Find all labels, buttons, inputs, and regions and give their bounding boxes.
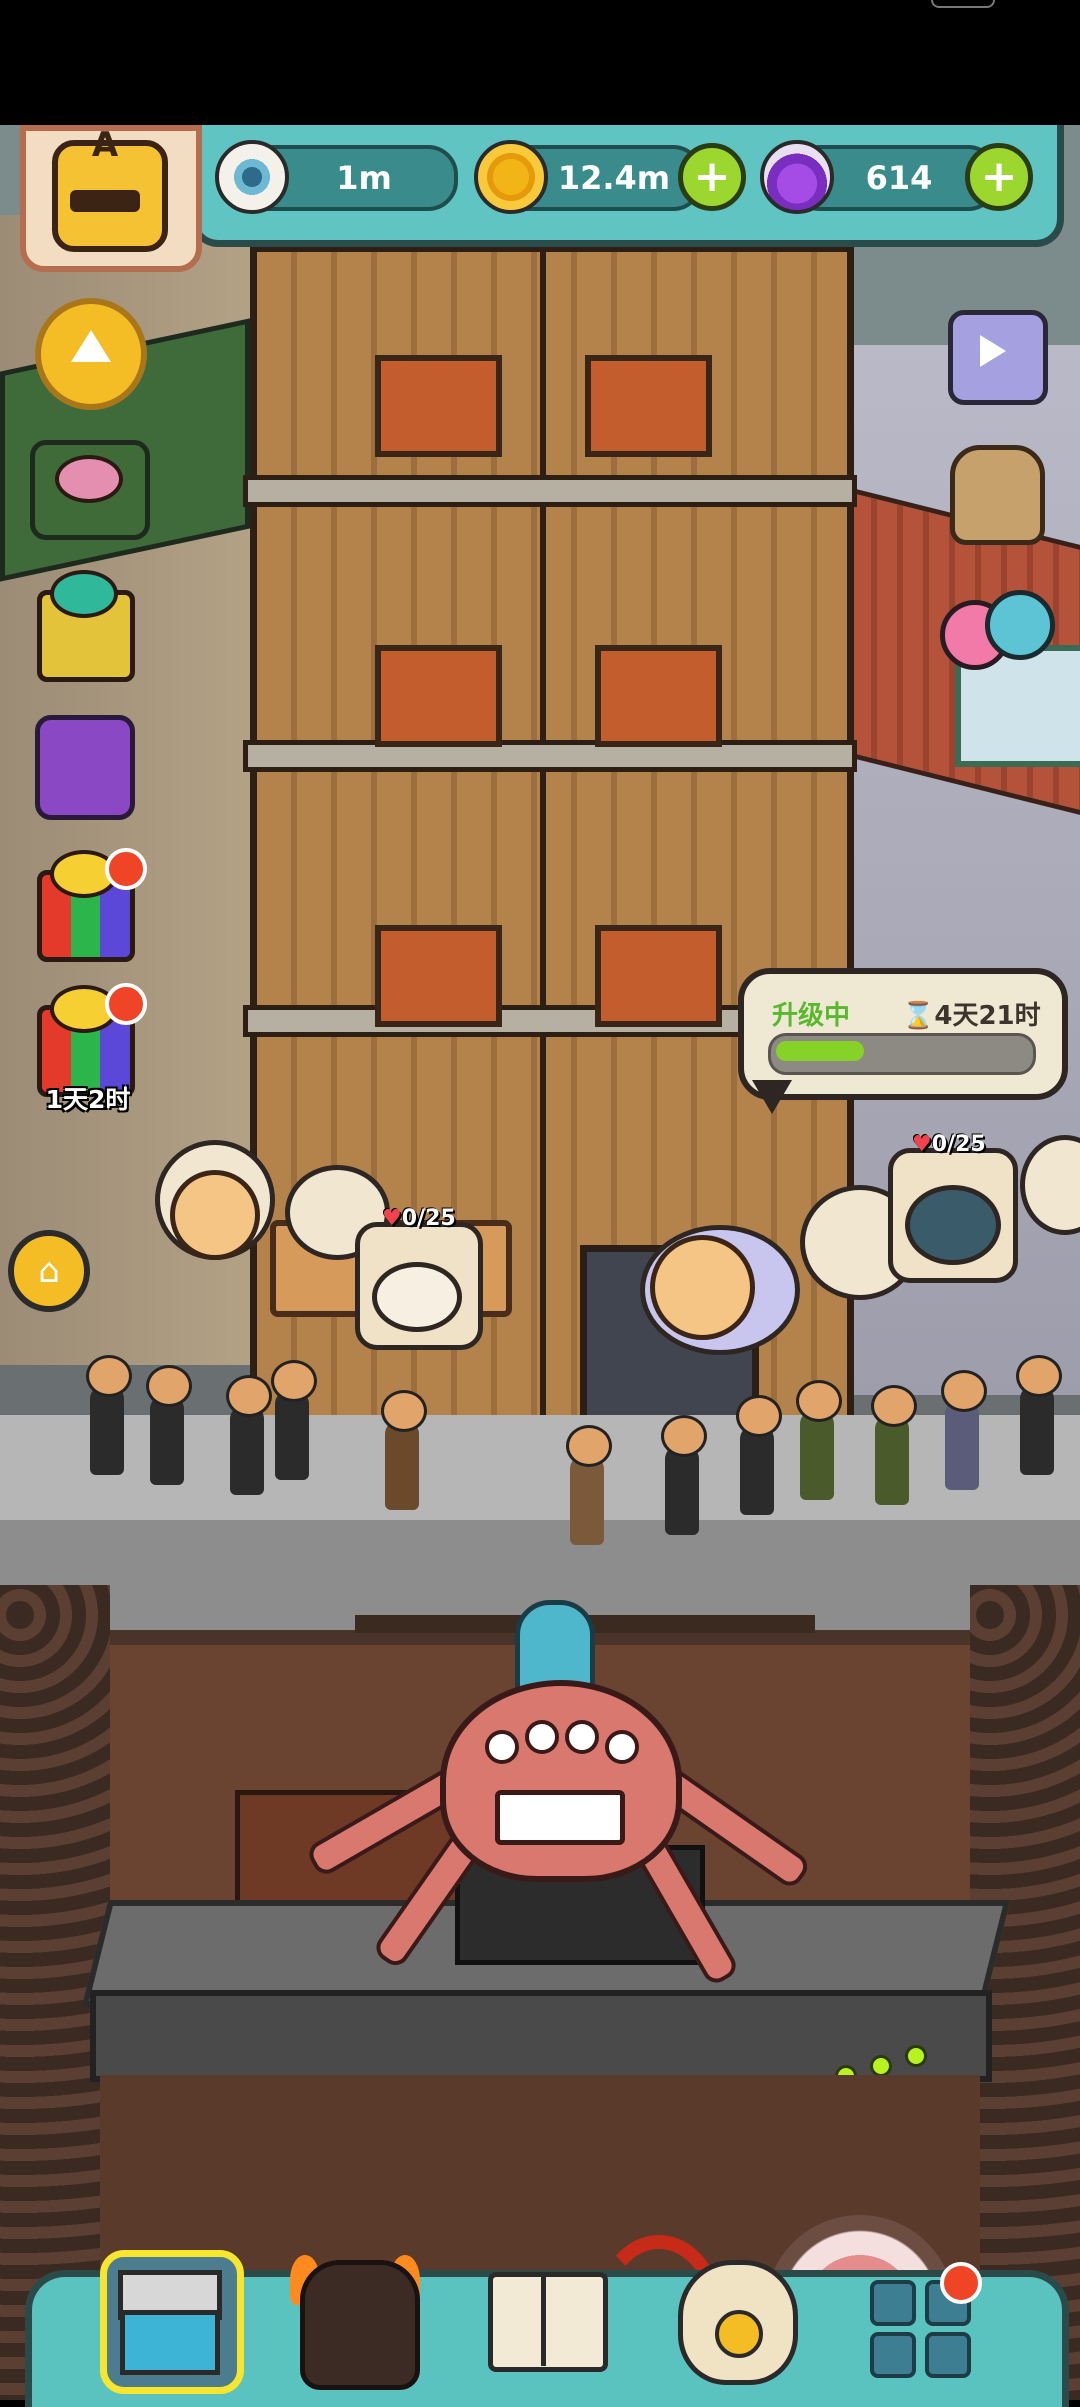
upgrade-bubble-tail: [752, 1080, 792, 1114]
customer[interactable]: [566, 1425, 612, 1545]
customer[interactable]: [736, 1395, 782, 1515]
octopus-mouth: [495, 1790, 625, 1845]
monster-tab[interactable]: [300, 2260, 420, 2390]
tower-window: [595, 925, 722, 1027]
play-icon: [980, 335, 1006, 367]
heart-icon: ♥: [382, 1206, 402, 1231]
customer[interactable]: [796, 1380, 842, 1500]
coin-icon: [715, 2310, 763, 2358]
customer[interactable]: [661, 1415, 707, 1535]
customer[interactable]: [871, 1385, 917, 1505]
potion-icon: [760, 140, 834, 214]
floor-divider: [243, 740, 857, 772]
eyeball-icon: [215, 140, 289, 214]
order-count-right: ♥0/25: [912, 1132, 986, 1157]
octopus-eye: [485, 1730, 519, 1764]
monster-friend-icon[interactable]: [985, 590, 1055, 660]
octopus-chef[interactable]: [440, 1680, 682, 1882]
gift-bow-icon: [50, 570, 118, 618]
tower-window: [595, 645, 722, 747]
customer[interactable]: [226, 1375, 272, 1495]
tower-corner: [540, 245, 546, 1505]
indicator-light: [870, 2055, 892, 2077]
shop-icon: [120, 2310, 220, 2375]
notification-dot: [105, 983, 147, 1025]
heart-icon: ♥: [912, 1132, 932, 1157]
indicator-light: [905, 2045, 927, 2067]
dish-icon: [905, 1185, 1001, 1265]
customer[interactable]: [1016, 1355, 1062, 1475]
notification-dot: [105, 848, 147, 890]
brain-gift-icon: [55, 455, 123, 503]
tower-window: [375, 355, 502, 457]
customer[interactable]: [86, 1355, 132, 1475]
customer[interactable]: [381, 1390, 427, 1510]
collapse-arrow-button[interactable]: [35, 298, 147, 410]
dish-icon: [372, 1262, 462, 1332]
gift-timer: 1天2时: [45, 1085, 131, 1114]
notification-dot: [940, 2262, 982, 2304]
tower-window: [375, 925, 502, 1027]
home-button[interactable]: ⌂: [8, 1230, 90, 1312]
add-potions-button[interactable]: +: [965, 143, 1033, 211]
rank-letter: A: [91, 125, 119, 165]
backpack-button[interactable]: [950, 445, 1045, 545]
add-coins-button[interactable]: +: [678, 143, 746, 211]
floor-divider: [243, 475, 857, 507]
book-tab[interactable]: [488, 2272, 608, 2372]
status-bar: [0, 0, 1080, 125]
card-pack-button[interactable]: [35, 715, 135, 820]
upgrade-timer: ⌛4天21时: [902, 1001, 1041, 1031]
battery-indicator: [931, 0, 995, 8]
tower-window: [585, 355, 712, 457]
upgrade-label: 升级中: [772, 1001, 851, 1031]
customer[interactable]: [271, 1360, 317, 1480]
book-icon: [541, 2272, 546, 2366]
customer[interactable]: [941, 1370, 987, 1490]
tower-window: [375, 645, 502, 747]
octopus-eye: [565, 1720, 599, 1754]
octopus-eye: [605, 1730, 639, 1764]
home-icon: ⌂: [38, 1251, 60, 1291]
upgrade-progress-fill: [776, 1041, 864, 1061]
order-count-left: ♥0/25: [382, 1206, 456, 1231]
worried-face-icon: [650, 1235, 755, 1340]
coin-icon: [474, 140, 548, 214]
octopus-eye: [525, 1720, 559, 1754]
customer[interactable]: [146, 1365, 192, 1485]
kitchen-platform-front: [90, 1990, 992, 2082]
crying-face-icon: [170, 1170, 260, 1260]
badge-mouth: [70, 190, 140, 212]
